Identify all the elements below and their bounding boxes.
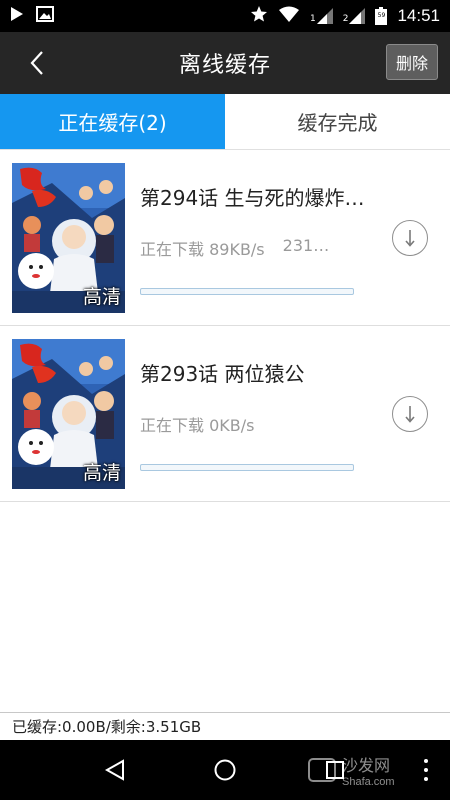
clock: 14:51 [397, 6, 440, 25]
status-left [10, 6, 54, 26]
battery-icon: 59 [375, 7, 388, 25]
tab-downloading[interactable]: 正在缓存(2) [0, 94, 225, 149]
circle-home-icon [214, 759, 236, 781]
page-title: 离线缓存 [178, 53, 271, 78]
menu-dot [424, 768, 428, 772]
quality-badge: 高清 [82, 462, 121, 484]
screen: 1 2 59 14:51 离线缓存 删除 正在缓存(2) 缓存完成 高清 第29… [0, 0, 450, 800]
nav-recents-button[interactable] [317, 752, 353, 788]
episode-thumbnail: 高清 [12, 163, 125, 313]
image-icon [36, 6, 54, 26]
star-icon [250, 5, 268, 27]
arrow-down-icon [405, 230, 415, 247]
wifi-icon [278, 6, 300, 26]
download-status: 正在下载 0KB/s [140, 412, 370, 436]
menu-dot [424, 759, 428, 763]
episode-title: 第294话 生与死的爆炸… [140, 186, 365, 210]
download-speed: 正在下载 0KB/s [140, 416, 255, 435]
episode-title: 第293话 两位猿公 [140, 362, 305, 386]
triangle-back-icon [104, 759, 124, 781]
menu-dot [424, 777, 428, 781]
nav-home-button[interactable] [207, 752, 243, 788]
arrow-down-icon [405, 406, 415, 423]
quality-badge: 高清 [82, 286, 121, 308]
status-right: 1 2 59 14:51 [250, 5, 440, 27]
signal-1: 1 [310, 8, 333, 24]
download-button[interactable] [392, 220, 428, 256]
progress-bar [140, 288, 354, 295]
battery-level: 59 [377, 12, 386, 19]
signal-1-icon [316, 8, 333, 24]
signal-2-icon [349, 8, 366, 24]
episode-thumbnail: 高清 [12, 339, 125, 489]
sim1-label: 1 [309, 14, 316, 24]
tab-bar: 正在缓存(2) 缓存完成 [0, 94, 450, 150]
delete-button[interactable]: 删除 [386, 44, 438, 80]
download-size: 231… [282, 236, 330, 255]
download-button[interactable] [392, 396, 428, 432]
list-item[interactable]: 高清 第294话 生与死的爆炸… 正在下载 89KB/s 231… [0, 150, 450, 326]
overflow-menu-button[interactable] [420, 759, 432, 781]
square-recents-icon [326, 761, 344, 779]
download-speed: 正在下载 89KB/s [140, 240, 265, 259]
sim2-label: 2 [342, 14, 349, 24]
storage-info: 已缓存:0.00B/剩余:3.51GB [0, 712, 450, 740]
signal-2: 2 [343, 8, 366, 24]
navigation-bar [0, 740, 450, 800]
progress-bar [140, 464, 354, 471]
list-item[interactable]: 高清 第293话 两位猿公 正在下载 0KB/s [0, 326, 450, 502]
chevron-left-icon [30, 51, 43, 75]
back-button[interactable] [22, 48, 52, 78]
play-icon [10, 6, 24, 26]
nav-back-button[interactable] [97, 752, 133, 788]
title-bar: 离线缓存 删除 [0, 32, 450, 94]
status-bar: 1 2 59 14:51 [0, 0, 450, 32]
download-list: 高清 第294话 生与死的爆炸… 正在下载 89KB/s 231… 高清 第29… [0, 150, 450, 502]
download-status: 正在下载 89KB/s 231… [140, 236, 370, 260]
tab-completed[interactable]: 缓存完成 [225, 94, 450, 149]
